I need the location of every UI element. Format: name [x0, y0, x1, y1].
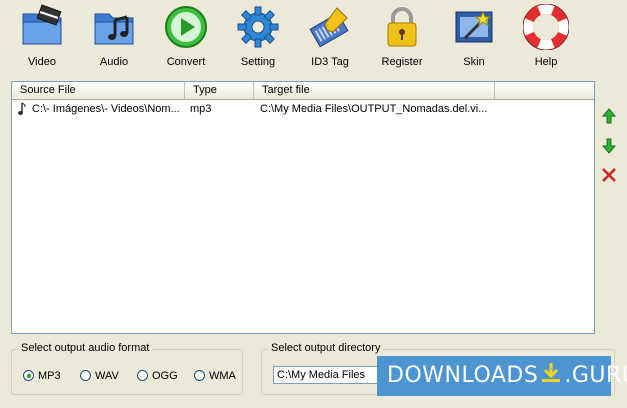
id3tag-label: ID3 Tag [311, 56, 349, 68]
watermark-banner: DOWNLOADS .GURU [377, 356, 627, 396]
register-label: Register [381, 56, 423, 68]
play-circle-icon [165, 6, 207, 48]
help-label: Help [534, 56, 558, 68]
folder-audio-icon [94, 13, 134, 45]
id3tag-button[interactable]: ID3 Tag [300, 4, 360, 72]
audio-format-group: Select output audio format MP3 WAV OGG W… [11, 342, 243, 395]
radio-mp3-label: MP3 [38, 370, 61, 382]
watermark-left-text: DOWNLOADS [387, 363, 539, 388]
delete-icon[interactable] [600, 166, 618, 184]
convert-label: Convert [166, 56, 206, 68]
convert-button[interactable]: Convert [156, 4, 216, 72]
radio-wav[interactable]: WAV [80, 370, 119, 382]
help-button[interactable]: Help [516, 4, 576, 72]
column-header-empty [495, 82, 594, 99]
radio-wma-label: WMA [209, 370, 236, 382]
radio-mp3-dot[interactable] [23, 370, 34, 381]
audio-label: Audio [99, 56, 129, 68]
music-file-icon [17, 102, 27, 122]
skin-button[interactable]: Skin [444, 4, 504, 72]
video-button[interactable]: Video [12, 4, 72, 72]
setting-button[interactable]: Setting [228, 4, 288, 72]
row-type: mp3 [190, 103, 212, 115]
audio-format-title: Select output audio format [18, 342, 153, 354]
radio-wma[interactable]: WMA [194, 370, 236, 382]
skin-wand-icon [455, 10, 493, 43]
register-button[interactable]: Register [372, 4, 432, 72]
radio-ogg[interactable]: OGG [137, 370, 178, 382]
audio-button[interactable]: Audio [84, 4, 144, 72]
setting-label: Setting [240, 56, 276, 68]
file-list[interactable]: Source File Type Target file C:\- Imágen… [11, 81, 595, 334]
radio-ogg-dot[interactable] [137, 370, 148, 381]
list-header: Source File Type Target file [12, 82, 594, 100]
row-target-file: C:\My Media Files\OUTPUT_Nomadas.del.vi.… [260, 103, 488, 115]
arrow-up-icon[interactable] [600, 107, 618, 125]
radio-mp3[interactable]: MP3 [23, 370, 61, 382]
folder-video-icon [22, 4, 62, 45]
skin-label: Skin [463, 56, 485, 68]
toolbar: Video Audio Convert Setting ID3 Tag Regi… [0, 0, 627, 76]
radio-ogg-label: OGG [152, 370, 178, 382]
radio-wma-dot[interactable] [194, 370, 205, 381]
column-header-source[interactable]: Source File [12, 82, 185, 99]
video-label: Video [28, 56, 56, 68]
column-header-type[interactable]: Type [185, 82, 254, 99]
column-header-target[interactable]: Target file [254, 82, 495, 99]
id3-tag-icon [309, 7, 349, 48]
table-row[interactable]: C:\- Imágenes\- Videos\Nom... mp3 C:\My … [12, 101, 594, 118]
lock-icon [387, 7, 417, 47]
gear-icon [237, 6, 279, 48]
download-arrow-icon [542, 363, 561, 382]
row-source-file: C:\- Imágenes\- Videos\Nom... [32, 103, 180, 115]
radio-wav-dot[interactable] [80, 370, 91, 381]
lifebuoy-icon [523, 4, 569, 50]
arrow-down-icon[interactable] [600, 137, 618, 155]
output-directory-title: Select output directory [268, 342, 384, 354]
watermark-right-text: .GURU [564, 363, 627, 388]
output-directory-input[interactable] [273, 366, 391, 384]
radio-wav-label: WAV [95, 370, 119, 382]
